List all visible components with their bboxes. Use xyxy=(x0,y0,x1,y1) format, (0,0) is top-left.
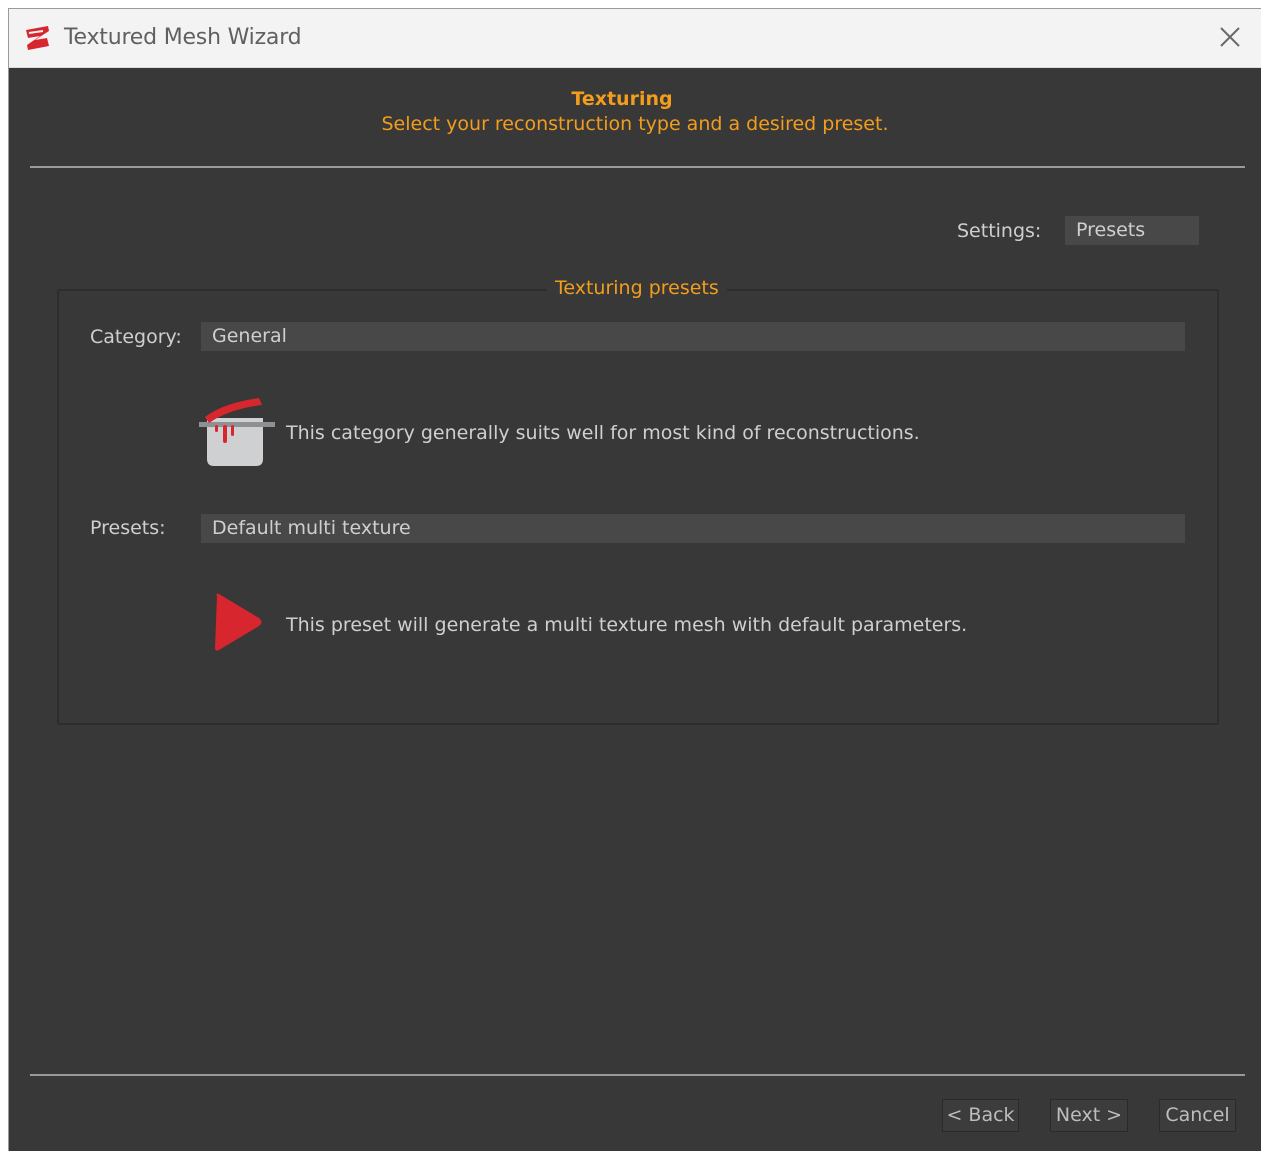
cooking-pot-icon xyxy=(197,395,277,471)
page-title: Texturing xyxy=(571,88,673,110)
category-label: Category: xyxy=(90,326,182,348)
title-bar: Textured Mesh Wizard xyxy=(9,9,1261,68)
play-icon xyxy=(211,590,267,658)
settings-dropdown[interactable]: Presets xyxy=(1065,216,1199,245)
texturing-presets-group xyxy=(57,289,1219,725)
settings-label: Settings: xyxy=(957,220,1042,242)
wizard-header: Texturing Select your reconstruction typ… xyxy=(9,67,1261,167)
wizard-window: Textured Mesh Wizard Texturing Select yo… xyxy=(9,9,1261,1151)
next-button[interactable]: Next > xyxy=(1050,1099,1128,1132)
back-button[interactable]: < Back xyxy=(942,1099,1019,1132)
presets-dropdown[interactable]: Default multi texture xyxy=(201,514,1185,543)
header-divider xyxy=(30,166,1245,168)
footer-divider xyxy=(30,1074,1245,1076)
app-logo-icon xyxy=(23,24,53,52)
presets-label: Presets: xyxy=(90,517,166,539)
group-title: Texturing presets xyxy=(547,277,727,299)
close-icon[interactable] xyxy=(1213,22,1247,54)
page-subtitle: Select your reconstruction type and a de… xyxy=(381,113,889,135)
window-title: Textured Mesh Wizard xyxy=(64,25,302,50)
preset-description: This preset will generate a multi textur… xyxy=(286,614,968,636)
category-dropdown[interactable]: General xyxy=(201,322,1185,351)
cancel-button[interactable]: Cancel xyxy=(1159,1099,1236,1132)
category-description: This category generally suits well for m… xyxy=(286,422,920,444)
